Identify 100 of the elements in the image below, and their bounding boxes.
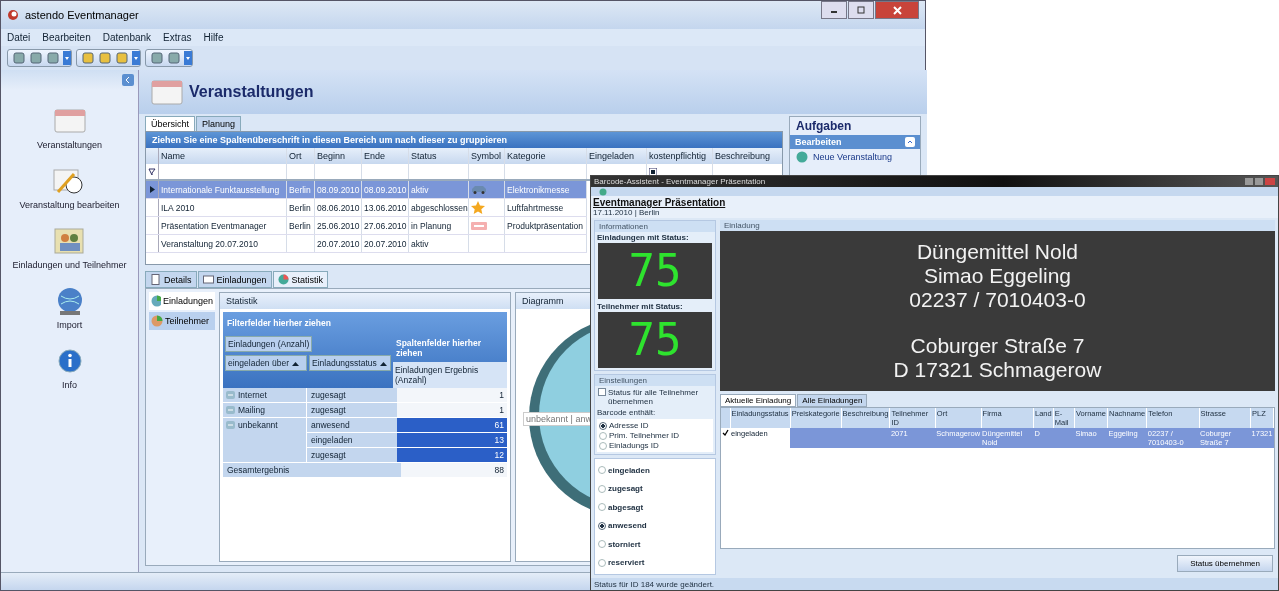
tab[interactable]: Details (145, 271, 197, 288)
tab[interactable]: Alle Einladungen (797, 394, 868, 407)
value-cell[interactable]: 1 (397, 388, 507, 402)
value-cell[interactable]: 13 (397, 433, 507, 447)
table-cell: Luftfahrtmesse (507, 202, 564, 213)
display-line: Düngemittel Nold (916, 240, 1079, 264)
panel-title: Informationen (595, 221, 715, 232)
table-cell: aktiv (411, 238, 429, 249)
radio-label: anwesend (608, 521, 647, 531)
field-label: Barcode enthält: (596, 408, 657, 417)
table-cell: 20.07.2010 (364, 238, 407, 249)
sidebar-item[interactable]: Einladungen und Teilnehmer (12, 260, 127, 270)
radio-label: zugesagt (608, 484, 643, 494)
table-cell: 13.06.2010 (364, 202, 407, 213)
window-title: Barcode-Assistent - Eventmanager Präsentation (594, 177, 766, 186)
table-cell: abgeschlossen (411, 202, 468, 213)
table-cell: aktiv (411, 184, 429, 195)
presentation-title: Eventmanager Präsentation (593, 197, 727, 208)
table-cell: Präsentation Eventmanager (161, 220, 267, 231)
radio-label: Adresse ID (609, 421, 649, 430)
menu-item[interactable]: Extras (163, 32, 192, 43)
panel-title: Statistik (220, 293, 510, 309)
column-area-hint: Spaltenfelder hierher ziehen (395, 337, 483, 360)
column-header[interactable]: Ort (287, 148, 315, 164)
counter-label: Einladungen mit Status: (596, 233, 690, 242)
column-header: Einladungen Ergebnis (Anzahl) (393, 362, 507, 388)
panel-title: Einladung (720, 220, 1275, 231)
display-line: 02237 / 7010403-0 (909, 288, 1086, 312)
status-bar-text: Status für ID 184 wurde geändert. (594, 579, 715, 589)
column-header[interactable]: Symbol (469, 148, 505, 164)
checkbox-label: Status für alle Teilnehmer übernehmen (608, 388, 700, 406)
sidebar-item[interactable]: Import (56, 320, 83, 330)
table-cell: 20.07.2010 (317, 238, 360, 249)
row-field[interactable]: eingeladen über (225, 355, 307, 371)
side-tab[interactable]: Einladungen (149, 292, 215, 310)
row-header: anwesend (307, 418, 397, 432)
tab[interactable]: Einladungen (197, 271, 272, 288)
column-header[interactable]: kostenpflichtig (647, 148, 713, 164)
task-link[interactable]: Neue Veranstaltung (813, 152, 893, 162)
sidebar-item[interactable]: Info (62, 380, 77, 390)
table-cell: 27.06.2010 (364, 220, 407, 231)
table-cell: 08.06.2010 (317, 202, 360, 213)
column-header[interactable]: Status (409, 148, 469, 164)
group-panel-hint: Ziehen Sie eine Spaltenüberschrift in diesen Bereich um nach dieser zu gruppieren (146, 132, 782, 148)
radio-label: storniert (608, 539, 641, 549)
column-header[interactable]: Beginn (315, 148, 362, 164)
data-field[interactable]: Einladungen (Anzahl) (225, 336, 313, 352)
filter-area-hint: Filterfelder hierher ziehen (226, 317, 332, 330)
tab[interactable]: Statistik (272, 271, 329, 288)
menu-item[interactable]: Datei (7, 32, 31, 43)
tab[interactable]: Aktuelle Einladung (720, 394, 797, 407)
table-cell: in Planung (411, 220, 452, 231)
table-cell: 25.06.2010 (317, 220, 360, 231)
table-cell: Elektronikmesse (507, 184, 570, 195)
value-cell[interactable]: 61 (397, 418, 507, 432)
tab[interactable]: Übersicht (145, 116, 195, 132)
table-row[interactable]: Präsentation Eventmanager Berlin 25.06.2010 27.06.2010 in Planung Produktpräsentation (146, 217, 587, 235)
menu-item[interactable]: Hilfe (203, 32, 224, 43)
side-tab[interactable]: Teilnehmer (149, 312, 215, 330)
table-cell: Veranstaltung 20.07.2010 (161, 238, 258, 249)
total-cell: 88 (401, 463, 507, 477)
table-cell: 08.09.2010 (317, 184, 360, 195)
menu-item[interactable]: Bearbeiten (42, 32, 91, 43)
table-cell: Berlin (289, 202, 311, 213)
row-header: zugesagt (307, 388, 397, 402)
value-cell[interactable]: 12 (397, 448, 507, 462)
menu-item[interactable]: Datenbank (102, 32, 152, 43)
counter-value: 75 (628, 247, 682, 295)
column-header[interactable]: Kategorie (505, 148, 587, 164)
row-group-label[interactable]: Mailing (223, 403, 306, 417)
display-line: D 17321 Schmagerow (893, 358, 1102, 382)
table-cell: ILA 2010 (161, 202, 195, 213)
total-label: Gesamtergebnis (223, 463, 401, 477)
table-cell: Berlin (289, 220, 311, 231)
radio-label: reserviert (608, 558, 645, 568)
apply-status-button[interactable]: Status übernehmen (1177, 555, 1273, 572)
column-header[interactable]: Eingeladen (587, 148, 647, 164)
value-cell[interactable]: 1 (397, 403, 507, 417)
table-cell: 08.09.2010 (364, 184, 407, 195)
sidebar-item[interactable]: Veranstaltungen (36, 140, 103, 150)
tab[interactable]: Planung (196, 116, 242, 132)
table-row[interactable]: Veranstaltung 20.07.2010 20.07.2010 20.07.2010 aktiv (146, 235, 587, 253)
row-header: zugesagt (307, 403, 397, 417)
presentation-subtitle: 17.11.2010 | Berlin (593, 208, 661, 217)
table-row[interactable]: ILA 2010 Berlin 08.06.2010 13.06.2010 abgeschlossen Luftfahrtmesse (146, 199, 587, 217)
column-header[interactable]: Beschreibung (713, 148, 782, 164)
column-header[interactable]: Name (159, 148, 287, 164)
row-group-label[interactable]: Internet (223, 388, 306, 402)
row-field[interactable]: Einladungsstatus (309, 355, 391, 371)
radio-label: eingeladen (608, 465, 650, 475)
sidebar-item[interactable]: Veranstaltung bearbeiten (19, 200, 120, 210)
counter-label: Teilnehmer mit Status: (596, 302, 684, 311)
panel-title: Aufgaben (795, 118, 853, 135)
row-header: eingeladen (307, 433, 397, 447)
section-title: Bearbeiten (795, 137, 842, 147)
panel-title: Einstellungen (595, 375, 715, 386)
column-header[interactable]: Ende (362, 148, 409, 164)
table-cell: Produktpräsentation (507, 220, 584, 231)
page-title: Veranstaltungen (189, 83, 314, 101)
display-line: Simao Eggeling (923, 264, 1072, 288)
